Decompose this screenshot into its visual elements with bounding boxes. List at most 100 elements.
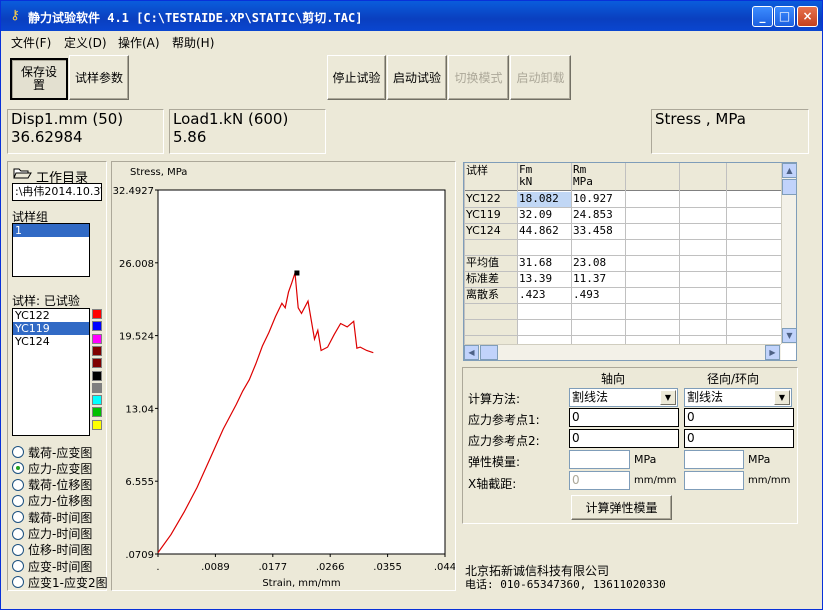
radio-button[interactable] [12, 462, 24, 475]
calc-modulus-button[interactable]: 计算弹性模量 [571, 495, 672, 520]
sample-params-button[interactable]: 试样参数 [69, 55, 129, 100]
scroll-down-icon[interactable]: ▼ [782, 328, 796, 343]
chevron-down-icon[interactable]: ▼ [774, 390, 790, 405]
stop-test-button[interactable]: 停止试验 [327, 55, 386, 100]
radio-button[interactable] [12, 527, 24, 540]
save-settings-button[interactable]: 保存设 置 [10, 58, 68, 100]
list-item-sample[interactable]: YC124 [13, 335, 89, 348]
table-cell[interactable]: 44.862 [517, 224, 571, 239]
workdir-field[interactable]: :\冉伟2014.10.3\ [12, 183, 102, 201]
table-cell[interactable]: 13.39 [517, 272, 571, 287]
plot-mode-option[interactable]: 应力-位移图 [12, 493, 92, 509]
plot-mode-option[interactable]: 应变1-应变2图 [12, 574, 108, 590]
header-cell[interactable]: 试样 [464, 164, 517, 191]
method-axial-select[interactable]: 割线法 ▼ [569, 388, 678, 407]
table-cell[interactable]: 32.09 [517, 208, 571, 223]
plot-mode-option[interactable]: 应变-时间图 [12, 558, 92, 574]
color-swatch[interactable] [92, 333, 102, 344]
header-cell[interactable]: Fm kN [517, 164, 571, 191]
radial-header: 径向/环向 [707, 372, 760, 386]
grid-line [464, 335, 781, 336]
menu-operate[interactable]: 操作(A) [118, 34, 160, 51]
minimize-button[interactable]: _ [752, 6, 773, 27]
start-unload-button[interactable]: 启动卸载 [510, 55, 571, 100]
radio-button[interactable] [12, 446, 24, 458]
radio-button[interactable] [12, 560, 24, 573]
sample-group-list[interactable]: 1 [12, 223, 90, 277]
table-row-label[interactable]: 平均值 [464, 256, 517, 271]
radio-button[interactable] [12, 543, 24, 556]
menu-file[interactable]: 文件(F) [11, 34, 51, 51]
grid-line [464, 319, 781, 320]
table-row-label[interactable]: YC124 [464, 224, 517, 239]
plot-mode-option[interactable]: 载荷-应变图 [12, 444, 92, 460]
table-row-label[interactable]: YC119 [464, 208, 517, 223]
table-cell[interactable]: 31.68 [517, 256, 571, 271]
scroll-thumb-h[interactable] [480, 345, 498, 360]
list-item-sample-selected[interactable]: YC119 [13, 322, 89, 335]
modulus-radial-input[interactable] [684, 450, 744, 469]
modulus-axial-input[interactable] [569, 450, 630, 469]
plot-mode-option[interactable]: 载荷-位移图 [12, 477, 92, 493]
menu-define[interactable]: 定义(D) [64, 34, 107, 51]
plot-mode-option[interactable]: 位移-时间图 [12, 542, 92, 558]
switch-mode-button[interactable]: 切换模式 [448, 55, 509, 100]
header-cell[interactable]: Rm MPa [571, 164, 625, 191]
maximize-button[interactable]: □ [774, 6, 795, 27]
radio-button[interactable] [12, 511, 24, 524]
close-button[interactable]: × [797, 6, 818, 27]
sample-group-item[interactable]: 1 [13, 224, 89, 237]
samples-list[interactable]: YC122 YC119 YC124 [12, 308, 90, 436]
grid-line [464, 239, 781, 240]
table-row-label[interactable]: YC122 [464, 192, 517, 207]
ref2-radial-input[interactable]: 0 [684, 429, 794, 448]
color-swatch[interactable] [92, 370, 102, 381]
ref2-axial-input[interactable]: 0 [569, 429, 679, 448]
start-test-button[interactable]: 启动试验 [387, 55, 447, 100]
radio-button[interactable] [12, 478, 24, 491]
color-swatch[interactable] [92, 382, 102, 393]
plot-mode-option[interactable]: 载荷-时间图 [12, 509, 92, 525]
folder-open-icon[interactable] [13, 165, 33, 181]
table-cell[interactable]: 18.082 [517, 192, 571, 207]
intercept-radial-input[interactable] [684, 471, 744, 490]
scroll-up-icon[interactable]: ▲ [782, 163, 796, 178]
color-swatch[interactable] [92, 309, 102, 319]
radio-button[interactable] [12, 494, 24, 507]
plot-mode-option[interactable]: 应力-应变图 [12, 460, 92, 476]
color-swatch[interactable] [92, 345, 102, 356]
title-bar[interactable]: ⚷ 静力试验软件 4.1 [C:\TESTAIDE.XP\STATIC\剪切.T… [1, 1, 822, 31]
table-row-label[interactable]: 标准差 [464, 272, 517, 287]
table-cell[interactable]: 24.853 [571, 208, 625, 223]
ref1-axial-input[interactable]: 0 [569, 408, 679, 427]
scroll-left-icon[interactable]: ◀ [464, 345, 479, 360]
table-cell[interactable]: .423 [517, 288, 571, 303]
table-cell[interactable]: 33.458 [571, 224, 625, 239]
method-radial-select[interactable]: 割线法 ▼ [684, 388, 792, 407]
menu-help[interactable]: 帮助(H) [172, 34, 214, 51]
color-swatch[interactable] [92, 358, 102, 369]
samples-label: 试样: 已试验 [12, 294, 80, 308]
chevron-down-icon[interactable]: ▼ [660, 390, 676, 405]
table-cell[interactable]: 23.08 [571, 256, 625, 271]
intercept-axial-input[interactable]: 0 [569, 471, 630, 490]
plot-mode-option[interactable]: 应力-时间图 [12, 526, 92, 542]
list-item-sample[interactable]: YC122 [13, 309, 89, 322]
results-grid[interactable]: 试样 Fm kN Rm MPa YC122 18.082 10.927 YC119 32.09… [463, 162, 797, 361]
table-row-label[interactable]: 离散系 [464, 288, 517, 303]
color-swatch[interactable] [92, 321, 102, 332]
color-swatch[interactable] [92, 395, 102, 406]
table-cell[interactable]: 11.37 [571, 272, 625, 287]
scroll-right-icon[interactable]: ▶ [765, 345, 780, 360]
horizontal-scrollbar[interactable]: ◀ ▶ [464, 344, 781, 360]
color-swatch[interactable] [92, 419, 102, 430]
color-swatch[interactable] [92, 407, 102, 418]
vertical-scrollbar[interactable]: ▲ ▼ [781, 163, 796, 344]
x-tick-label: .0266 [316, 562, 345, 573]
table-cell[interactable]: 10.927 [571, 192, 625, 207]
scroll-thumb[interactable] [782, 179, 796, 195]
grid-line [464, 303, 781, 304]
table-cell[interactable]: .493 [571, 288, 625, 303]
radio-button[interactable] [12, 576, 24, 589]
ref1-radial-input[interactable]: 0 [684, 408, 794, 427]
